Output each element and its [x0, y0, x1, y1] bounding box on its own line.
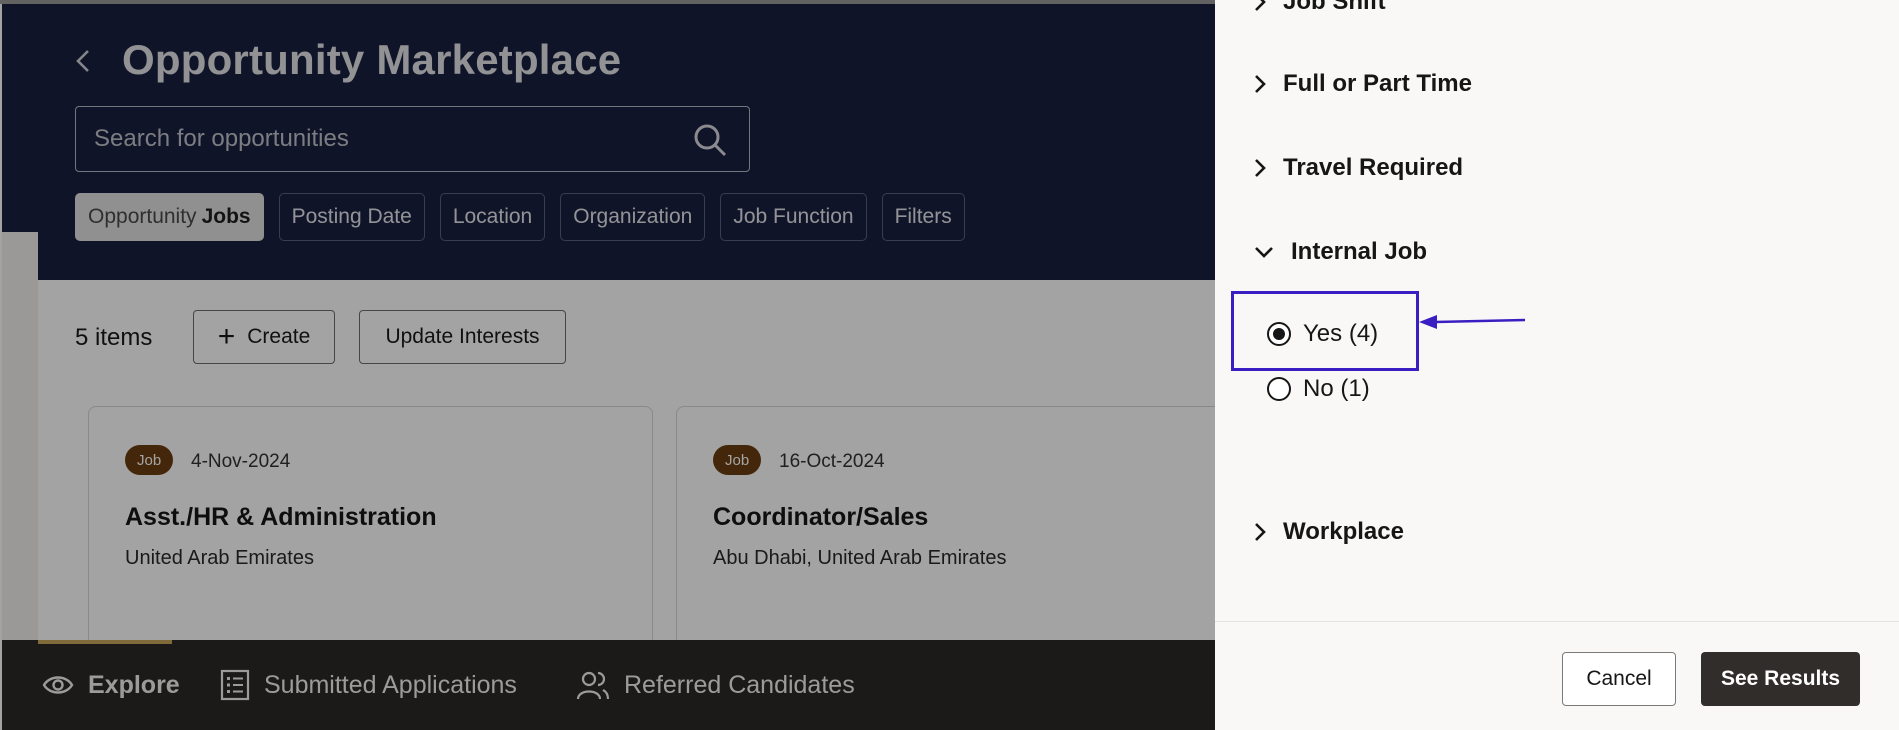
job-location: Abu Dhabi, United Arab Emirates — [713, 547, 1007, 569]
chip-opportunity-jobs[interactable]: Opportunity Jobs — [75, 193, 264, 241]
job-title[interactable]: Coordinator/Sales — [713, 503, 928, 532]
section-full-or-part-time[interactable]: Full or Part Time — [1253, 64, 1472, 104]
chip-location[interactable]: Location — [439, 193, 546, 241]
chevron-down-icon — [1255, 247, 1273, 258]
radio-internal-job-no[interactable]: No (1) — [1267, 375, 1370, 403]
section-label: Travel Required — [1283, 154, 1464, 181]
create-button[interactable]: + Create — [193, 310, 335, 364]
chip-organization[interactable]: Organization — [560, 193, 706, 241]
job-badge: Job — [713, 445, 762, 475]
section-label: Internal Job — [1291, 238, 1428, 265]
posting-date: 16-Oct-2024 — [779, 451, 885, 472]
job-location: United Arab Emirates — [125, 547, 314, 569]
section-label: Full or Part Time — [1283, 70, 1472, 97]
chevron-right-icon — [1255, 75, 1266, 93]
section-label: Job Shift — [1283, 0, 1386, 15]
nav-submitted-applications[interactable]: Submitted Applications — [220, 640, 517, 730]
radio-label: No (1) — [1303, 375, 1370, 402]
left-strip — [2, 232, 38, 640]
nav-submitted-label: Submitted Applications — [264, 670, 517, 699]
section-label: Workplace — [1283, 518, 1404, 545]
section-internal-job[interactable]: Internal Job — [1253, 232, 1427, 272]
filter-panel: Job Shift Full or Part Time Travel Requi… — [1215, 0, 1899, 730]
search-input[interactable] — [94, 107, 654, 171]
radio-button[interactable] — [1267, 377, 1291, 401]
nav-explore[interactable]: Explore — [42, 640, 180, 730]
update-interests-button[interactable]: Update Interests — [359, 310, 566, 364]
plus-icon: + — [217, 320, 236, 353]
annotation-arrow-icon — [1419, 315, 1526, 329]
nav-referred-label: Referred Candidates — [624, 670, 855, 699]
create-label: Create — [247, 325, 311, 348]
items-count: 5 items — [75, 324, 153, 351]
section-job-shift[interactable]: Job Shift — [1253, 0, 1386, 22]
page-title: Opportunity Marketplace — [122, 36, 622, 83]
job-badge: Job — [125, 445, 174, 475]
chip-posting-date[interactable]: Posting Date — [278, 193, 425, 241]
opportunity-marketplace-page: Opportunity Marketplace Opportunity Jobs… — [0, 0, 1215, 730]
chip-opportunity-prefix: Opportunity — [88, 205, 197, 228]
divider — [1215, 621, 1899, 622]
chip-job-function[interactable]: Job Function — [720, 193, 867, 241]
posting-date: 4-Nov-2024 — [191, 451, 291, 472]
search-icon[interactable] — [693, 123, 727, 157]
filter-chips: Opportunity Jobs Posting Date Location O… — [75, 193, 965, 241]
list-document-icon — [220, 669, 250, 701]
search-box[interactable] — [75, 106, 750, 172]
chevron-right-icon — [1255, 159, 1266, 177]
nav-referred-candidates[interactable]: Referred Candidates — [576, 640, 855, 730]
see-results-button[interactable]: See Results — [1701, 652, 1860, 706]
nav-explore-label: Explore — [88, 670, 180, 699]
eye-icon — [42, 676, 74, 694]
section-workplace[interactable]: Workplace — [1253, 512, 1404, 552]
chevron-right-icon — [1255, 523, 1266, 541]
chip-filters[interactable]: Filters — [881, 193, 965, 241]
cancel-button[interactable]: Cancel — [1562, 652, 1676, 706]
chip-opportunity-value: Jobs — [201, 205, 251, 228]
job-title[interactable]: Asst./HR & Administration — [125, 503, 437, 532]
annotation-highlight-box — [1231, 291, 1419, 371]
users-icon — [576, 671, 610, 700]
back-chevron-icon[interactable] — [72, 48, 94, 74]
chevron-right-icon — [1255, 0, 1266, 11]
bottom-nav: Explore Submitted Applications Referred … — [2, 640, 1215, 730]
section-travel-required[interactable]: Travel Required — [1253, 148, 1463, 188]
